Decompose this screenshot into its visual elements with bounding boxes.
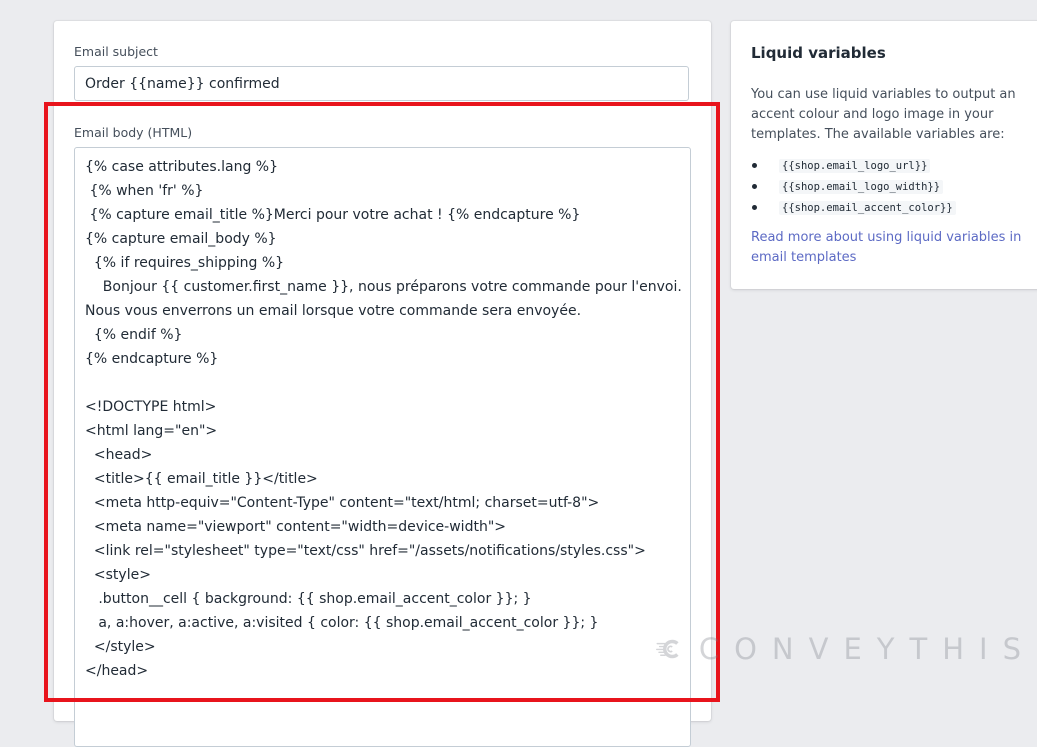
email-subject-label: Email subject bbox=[74, 44, 158, 59]
code-line: <meta http-equiv="Content-Type" content=… bbox=[85, 495, 600, 511]
code-line: </head> bbox=[85, 663, 149, 679]
liquid-variables-title: Liquid variables bbox=[751, 44, 886, 62]
code-line: {% case attributes.lang %} bbox=[85, 159, 278, 175]
code-line: .button__cell { background: {{ shop.emai… bbox=[85, 591, 532, 607]
email-subject-input[interactable]: Order {{name}} confirmed bbox=[74, 66, 689, 101]
liquid-variables-description: You can use liquid variables to output a… bbox=[751, 87, 1016, 142]
code-line: {% capture email_title %}Merci pour votr… bbox=[85, 207, 581, 223]
code-line: <meta name="viewport" content="width=dev… bbox=[85, 519, 506, 535]
code-line: Nous vous enverrons un email lorsque vot… bbox=[85, 303, 582, 319]
variable-code: {{shop.email_accent_color}} bbox=[779, 200, 956, 215]
code-line: <title>{{ email_title }}</title> bbox=[85, 471, 318, 487]
bullet-icon bbox=[752, 163, 757, 168]
code-line: {% capture email_body %} bbox=[85, 231, 277, 247]
list-item: {{shop.email_accent_color}} bbox=[751, 197, 956, 218]
email-body-label: Email body (HTML) bbox=[74, 125, 193, 140]
code-line: {% if requires_shipping %} bbox=[85, 255, 285, 271]
read-more-link[interactable]: Read more about using liquid variables i… bbox=[751, 228, 1031, 268]
code-line: a, a:hover, a:active, a:visited { color:… bbox=[85, 615, 599, 631]
liquid-variables-list: {{shop.email_logo_url}} {{shop.email_log… bbox=[751, 155, 956, 218]
bullet-icon bbox=[752, 184, 757, 189]
conveythis-logo-icon bbox=[656, 639, 679, 659]
email-body-textarea[interactable]: {% case attributes.lang %} {% when 'fr' … bbox=[74, 147, 691, 747]
code-line: {% endif %} bbox=[85, 327, 183, 343]
code-line: <head> bbox=[85, 447, 153, 463]
code-line: {% endcapture %} bbox=[85, 351, 219, 367]
list-item: {{shop.email_logo_url}} bbox=[751, 155, 956, 176]
variable-code: {{shop.email_logo_width}} bbox=[779, 179, 944, 194]
code-line: <link rel="stylesheet" type="text/css" h… bbox=[85, 543, 646, 559]
bullet-icon bbox=[752, 205, 757, 210]
conveythis-wordmark: CONVEYTHIS bbox=[698, 632, 1036, 666]
variable-code: {{shop.email_logo_url}} bbox=[779, 158, 931, 173]
email-template-card: Email subject Order {{name}} confirmed E… bbox=[54, 21, 711, 747]
code-line: <html lang="en"> bbox=[85, 423, 218, 439]
conveythis-watermark: CONVEYTHIS bbox=[656, 614, 1036, 684]
liquid-variables-card: Liquid variables You can use liquid vari… bbox=[731, 21, 1037, 289]
code-line: <style> bbox=[85, 567, 151, 583]
code-line: Bonjour {{ customer.first_name }}, nous … bbox=[85, 279, 682, 295]
code-line: </style> bbox=[85, 639, 156, 655]
code-line: <!DOCTYPE html> bbox=[85, 399, 217, 415]
code-line: {% when 'fr' %} bbox=[85, 183, 204, 199]
list-item: {{shop.email_logo_width}} bbox=[751, 176, 956, 197]
